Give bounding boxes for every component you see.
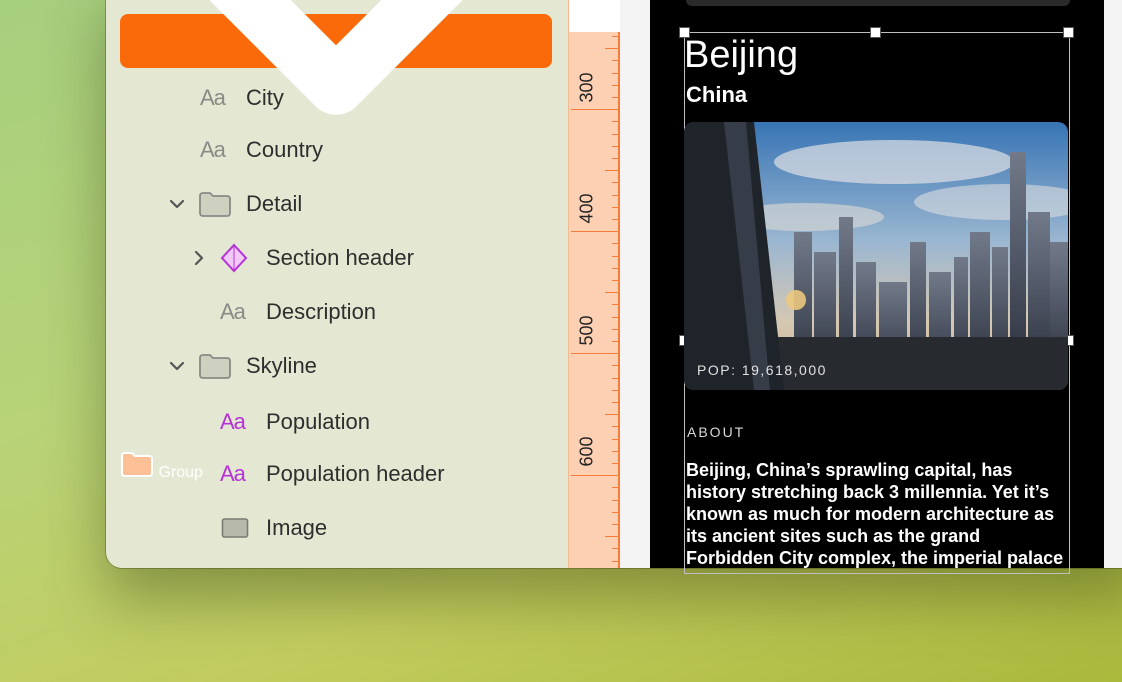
chevron-right-icon[interactable] — [190, 249, 208, 267]
ruler-tick — [571, 475, 621, 477]
layer-label: Image — [266, 515, 328, 540]
ruler-tick — [605, 292, 621, 294]
ruler-tick — [571, 353, 621, 355]
ruler-corner — [569, 0, 621, 32]
layer-row-group[interactable]: Group — [120, 0, 552, 481]
text-icon: Aa — [200, 85, 226, 110]
description-text: Beijing, China’s sprawling capital, has … — [686, 460, 1064, 568]
folder-icon — [199, 354, 231, 379]
layer-row-skyline[interactable]: Skyline — [106, 346, 568, 386]
skyline-image — [684, 122, 1068, 390]
ruler-label: 400 — [576, 193, 597, 224]
component-icon — [220, 243, 248, 273]
ruler-label: 500 — [576, 315, 597, 346]
layer-label: Description — [266, 299, 377, 324]
text-icon: Aa — [220, 409, 246, 434]
preview-country: China — [686, 82, 748, 107]
ruler-tick — [605, 48, 621, 50]
layer-label: Section header — [266, 245, 414, 270]
chevron-down-icon[interactable] — [168, 357, 186, 375]
layer-label: City — [246, 85, 284, 110]
about-heading: ABOUT — [687, 424, 746, 440]
layer-label: Population — [266, 409, 370, 434]
layer-label: Skyline — [246, 353, 317, 378]
ruler-label: 300 — [576, 72, 597, 103]
folder-icon — [199, 192, 231, 217]
layer-label: Detail — [246, 191, 303, 216]
image-icon — [221, 518, 249, 538]
ruler-tick — [605, 170, 621, 172]
ruler-tick — [605, 536, 621, 538]
vertical-ruler: 300 400 500 600 — [568, 0, 621, 568]
ruler-tick — [605, 414, 621, 416]
resize-handle[interactable] — [870, 27, 881, 38]
layers-sidebar: Group Aa City Aa Country Detail Section … — [106, 0, 568, 568]
text-icon: Aa — [200, 137, 226, 162]
ruler-label: 600 — [576, 436, 597, 467]
ruler-tick — [571, 231, 621, 233]
text-icon: Aa — [220, 299, 246, 324]
layer-row-city[interactable]: Aa City — [106, 78, 568, 118]
preview-top-bar — [686, 0, 1070, 6]
chevron-down-icon[interactable] — [168, 195, 186, 213]
ruler-tick — [571, 109, 621, 111]
layer-row-country[interactable]: Aa Country — [106, 130, 568, 170]
layer-row-image[interactable]: Image — [106, 508, 568, 548]
text-icon: Aa — [220, 461, 246, 486]
layer-label: Population header — [266, 461, 445, 486]
layer-row-population-header[interactable]: Aa Population header — [106, 454, 568, 494]
layer-row-section-header[interactable]: Section header — [106, 238, 568, 278]
layer-row-detail[interactable]: Detail — [106, 184, 568, 224]
layer-label: Country — [246, 137, 324, 162]
preview-city: Beijing — [684, 34, 799, 76]
layer-row-population[interactable]: Aa Population — [106, 402, 568, 442]
population-label: POP: 19,618,000 — [697, 362, 827, 378]
resize-handle[interactable] — [1063, 27, 1074, 38]
layer-row-description[interactable]: Aa Description — [106, 292, 568, 332]
